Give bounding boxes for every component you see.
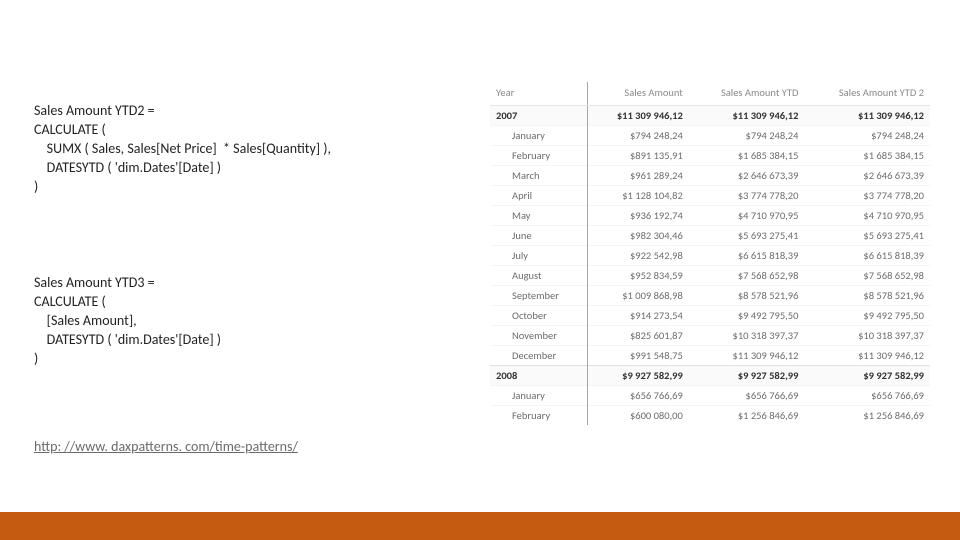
row-value: $11 309 946,12 xyxy=(804,346,930,366)
row-value: $4 710 970,95 xyxy=(689,206,805,226)
row-value: $9 492 795,50 xyxy=(689,306,805,326)
row-value: $1 685 384,15 xyxy=(804,146,930,166)
table-row: May$936 192,74$4 710 970,95$4 710 970,95 xyxy=(490,206,930,226)
table-row: July$922 542,98$6 615 818,39$6 615 818,3… xyxy=(490,246,930,266)
row-value: $8 578 521,96 xyxy=(804,286,930,306)
row-value: $8 578 521,96 xyxy=(689,286,805,306)
daxpatterns-link[interactable]: http: //www. daxpatterns. com/time-patte… xyxy=(34,438,298,455)
row-value: $1 256 846,69 xyxy=(689,406,805,426)
table-row: February$600 080,00$1 256 846,69$1 256 8… xyxy=(490,406,930,426)
row-value: $3 774 778,20 xyxy=(689,186,805,206)
row-value: $5 693 275,41 xyxy=(689,226,805,246)
row-value: $11 309 946,12 xyxy=(587,106,688,126)
slide-footer-bar xyxy=(0,512,960,540)
row-label: December xyxy=(490,346,587,366)
row-value: $10 318 397,37 xyxy=(804,326,930,346)
row-label: April xyxy=(490,186,587,206)
row-value: $11 309 946,12 xyxy=(689,106,805,126)
table-row: August$952 834,59$7 568 652,98$7 568 652… xyxy=(490,266,930,286)
row-label: October xyxy=(490,306,587,326)
col-sales-amount: Sales Amount xyxy=(587,82,688,106)
dax-code-ytd3: Sales Amount YTD3 = CALCULATE ( [Sales A… xyxy=(34,274,221,368)
slide: Sales Amount YTD2 = CALCULATE ( SUMX ( S… xyxy=(0,0,960,540)
row-value: $1 009 868,98 xyxy=(587,286,688,306)
col-year: Year xyxy=(490,82,587,106)
row-value: $3 774 778,20 xyxy=(804,186,930,206)
row-label: January xyxy=(490,386,587,406)
row-label: January xyxy=(490,126,587,146)
row-value: $656 766,69 xyxy=(804,386,930,406)
dax-code-ytd2: Sales Amount YTD2 = CALCULATE ( SUMX ( S… xyxy=(34,102,331,196)
row-value: $794 248,24 xyxy=(587,126,688,146)
row-value: $9 927 582,99 xyxy=(804,366,930,386)
row-value: $9 492 795,50 xyxy=(804,306,930,326)
row-label: August xyxy=(490,266,587,286)
table-row: December$991 548,75$11 309 946,12$11 309… xyxy=(490,346,930,366)
row-label: March xyxy=(490,166,587,186)
row-value: $1 256 846,69 xyxy=(804,406,930,426)
row-value: $600 080,00 xyxy=(587,406,688,426)
row-value: $891 135,91 xyxy=(587,146,688,166)
table-row: 2008$9 927 582,99$9 927 582,99$9 927 582… xyxy=(490,366,930,386)
table-row: November$825 601,87$10 318 397,37$10 318… xyxy=(490,326,930,346)
row-value: $922 542,98 xyxy=(587,246,688,266)
row-value: $2 646 673,39 xyxy=(804,166,930,186)
row-value: $656 766,69 xyxy=(689,386,805,406)
matrix-body: 2007$11 309 946,12$11 309 946,12$11 309 … xyxy=(490,106,930,426)
row-value: $10 318 397,37 xyxy=(689,326,805,346)
row-value: $825 601,87 xyxy=(587,326,688,346)
row-value: $952 834,59 xyxy=(587,266,688,286)
table-row: 2007$11 309 946,12$11 309 946,12$11 309 … xyxy=(490,106,930,126)
row-value: $7 568 652,98 xyxy=(689,266,805,286)
row-value: $11 309 946,12 xyxy=(689,346,805,366)
row-value: $982 304,46 xyxy=(587,226,688,246)
row-label: May xyxy=(490,206,587,226)
table-row: January$794 248,24$794 248,24$794 248,24 xyxy=(490,126,930,146)
row-value: $4 710 970,95 xyxy=(804,206,930,226)
row-value: $991 548,75 xyxy=(587,346,688,366)
matrix-header: Year Sales Amount Sales Amount YTD Sales… xyxy=(490,82,930,106)
table-row: February$891 135,91$1 685 384,15$1 685 3… xyxy=(490,146,930,166)
row-value: $6 615 818,39 xyxy=(804,246,930,266)
col-sales-ytd: Sales Amount YTD xyxy=(689,82,805,106)
row-label: February xyxy=(490,146,587,166)
row-label: July xyxy=(490,246,587,266)
row-value: $5 693 275,41 xyxy=(804,226,930,246)
table-row: April$1 128 104,82$3 774 778,20$3 774 77… xyxy=(490,186,930,206)
row-value: $936 192,74 xyxy=(587,206,688,226)
row-value: $914 273,54 xyxy=(587,306,688,326)
row-label: 2007 xyxy=(490,106,587,126)
row-value: $794 248,24 xyxy=(804,126,930,146)
row-label: November xyxy=(490,326,587,346)
table-row: June$982 304,46$5 693 275,41$5 693 275,4… xyxy=(490,226,930,246)
row-value: $1 685 384,15 xyxy=(689,146,805,166)
row-value: $6 615 818,39 xyxy=(689,246,805,266)
row-label: June xyxy=(490,226,587,246)
col-sales-ytd2: Sales Amount YTD 2 xyxy=(804,82,930,106)
table-row: September$1 009 868,98$8 578 521,96$8 57… xyxy=(490,286,930,306)
row-label: September xyxy=(490,286,587,306)
row-value: $7 568 652,98 xyxy=(804,266,930,286)
row-label: February xyxy=(490,406,587,426)
row-value: $1 128 104,82 xyxy=(587,186,688,206)
row-value: $961 289,24 xyxy=(587,166,688,186)
table-row: January$656 766,69$656 766,69$656 766,69 xyxy=(490,386,930,406)
row-value: $656 766,69 xyxy=(587,386,688,406)
row-value: $2 646 673,39 xyxy=(689,166,805,186)
sales-ytd-matrix: Year Sales Amount Sales Amount YTD Sales… xyxy=(490,82,930,425)
table-row: March$961 289,24$2 646 673,39$2 646 673,… xyxy=(490,166,930,186)
row-value: $11 309 946,12 xyxy=(804,106,930,126)
row-label: 2008 xyxy=(490,366,587,386)
row-value: $794 248,24 xyxy=(689,126,805,146)
table-row: October$914 273,54$9 492 795,50$9 492 79… xyxy=(490,306,930,326)
row-value: $9 927 582,99 xyxy=(587,366,688,386)
row-value: $9 927 582,99 xyxy=(689,366,805,386)
